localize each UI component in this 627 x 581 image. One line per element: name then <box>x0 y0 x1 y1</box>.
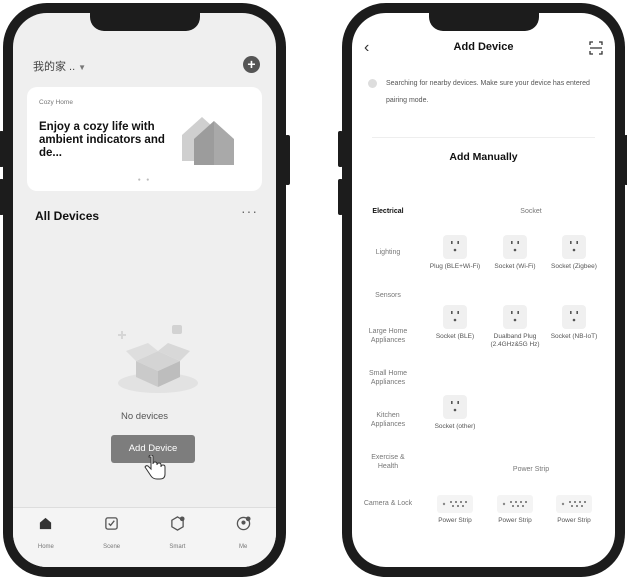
chevron-down-icon[interactable]: ▼ <box>78 63 86 72</box>
power-strip-icon <box>437 495 473 513</box>
add-circle-icon[interactable]: + <box>243 56 260 73</box>
socket-icon <box>562 305 586 329</box>
category-lighting[interactable]: Lighting <box>352 248 424 257</box>
section-title-power-strip: Power Strip <box>512 466 550 473</box>
device-power-strip[interactable]: Power Strip <box>429 495 481 525</box>
socket-icon <box>443 235 467 259</box>
nav-header: ‹ Add Device <box>352 39 615 61</box>
section-title: All Devices <box>35 209 100 223</box>
bottom-tab-bar: Home Scene Smart Me <box>13 507 276 567</box>
device-label: Power Strip <box>557 517 591 524</box>
scene-icon <box>105 517 118 530</box>
device-label: Socket (other) <box>434 423 476 430</box>
hand-pointer-icon <box>144 455 166 480</box>
socket-icon <box>443 305 467 329</box>
device-socket-other[interactable]: Socket (other) <box>429 395 481 431</box>
power-strip-icon <box>556 495 592 513</box>
device-power-strip[interactable]: Power Strip <box>489 495 541 525</box>
carousel-dots: ● ● <box>137 177 152 183</box>
empty-box-illustration <box>118 325 198 393</box>
promo-banner[interactable]: Cozy Home Enjoy a cozy life with ambient… <box>27 87 262 191</box>
device-plug-ble-wifi[interactable]: Plug (BLE+Wi-Fi) <box>429 235 481 271</box>
loading-spinner-icon <box>368 79 377 88</box>
banner-label: Cozy Home <box>39 99 73 106</box>
power-strip-icon <box>497 495 533 513</box>
socket-icon <box>562 235 586 259</box>
socket-icon <box>503 235 527 259</box>
searching-notice: Searching for nearby devices. Make sure … <box>362 75 603 135</box>
tab-label: Me <box>238 544 248 550</box>
device-label: Power Strip <box>498 517 532 524</box>
home-screen: 我的家 .. ▼ + Cozy Home Enjoy a cozy life wi… <box>13 13 276 567</box>
tab-scene[interactable]: Scene <box>92 516 132 567</box>
tab-smart[interactable]: Smart <box>157 516 197 567</box>
section-title-socket: Socket <box>520 208 542 215</box>
tab-label: Scene <box>103 544 121 550</box>
phone-home-screen: 我的家 .. ▼ + Cozy Home Enjoy a cozy life wi… <box>0 3 290 577</box>
divider <box>372 137 595 138</box>
banner-title: Enjoy a cozy life with ambient indicator… <box>39 121 165 159</box>
device-label: Socket (NB-IoT) <box>550 333 598 340</box>
tab-me[interactable]: Me <box>223 516 263 567</box>
category-small-home-appliances[interactable]: Small Home Appliances <box>352 369 424 387</box>
device-label: Power Strip <box>438 517 472 524</box>
smart-icon <box>171 516 185 531</box>
tab-label: Smart <box>169 544 186 550</box>
home-header: 我的家 .. ▼ + <box>33 56 260 79</box>
category-electrical[interactable]: Electrical <box>352 207 424 216</box>
device-socket-ble[interactable]: Socket (BLE) <box>429 305 481 341</box>
add-manually-title: Add Manually <box>449 151 518 163</box>
socket-icon <box>503 305 527 329</box>
device-socket-wifi[interactable]: Socket (Wi-Fi) <box>489 235 541 271</box>
tab-label: Home <box>37 544 54 550</box>
device-label: Socket (BLE) <box>435 333 475 340</box>
searching-text: Searching for nearby devices. Make sure … <box>386 80 590 104</box>
device-socket-nb-iot[interactable]: Socket (NB-IoT) <box>548 305 600 341</box>
more-icon[interactable]: ··· <box>241 203 258 219</box>
device-socket-zigbee[interactable]: Socket (Zigbee) <box>548 235 600 271</box>
empty-state-text: No devices <box>121 411 168 422</box>
device-label: Socket (Wi-Fi) <box>494 263 536 270</box>
category-exercise-health[interactable]: Exercise & Health <box>352 453 424 471</box>
category-kitchen-appliances[interactable]: Kitchen Appliances <box>352 411 424 429</box>
device-power-strip[interactable]: Power Strip <box>548 495 600 525</box>
category-sensors[interactable]: Sensors <box>352 291 424 300</box>
me-icon <box>236 516 251 531</box>
phone-add-device-screen: ‹ Add Device Searching for nearby device… <box>338 3 627 577</box>
tab-home[interactable]: Home <box>26 516 66 567</box>
category-large-home-appliances[interactable]: Large Home Appliances <box>352 327 424 345</box>
category-camera-lock[interactable]: Camera & Lock <box>352 499 424 508</box>
home-selector[interactable]: 我的家 .. <box>33 61 75 73</box>
page-title: Add Device <box>453 41 514 53</box>
socket-icon <box>443 395 467 419</box>
add-device-screen: ‹ Add Device Searching for nearby device… <box>352 13 615 567</box>
phone-notch <box>428 13 539 31</box>
phone-notch <box>89 13 200 31</box>
home-icon <box>40 517 52 530</box>
device-dualband-plug[interactable]: Dualband Plug (2.4GHz&5G Hz) <box>489 305 541 349</box>
device-label: Socket (Zigbee) <box>551 263 597 270</box>
scan-icon[interactable] <box>589 41 603 55</box>
house-illustration-icon <box>182 117 234 165</box>
device-label: Plug (BLE+Wi-Fi) <box>429 263 481 270</box>
device-label: Dualband Plug (2.4GHz&5G Hz) <box>490 333 540 348</box>
